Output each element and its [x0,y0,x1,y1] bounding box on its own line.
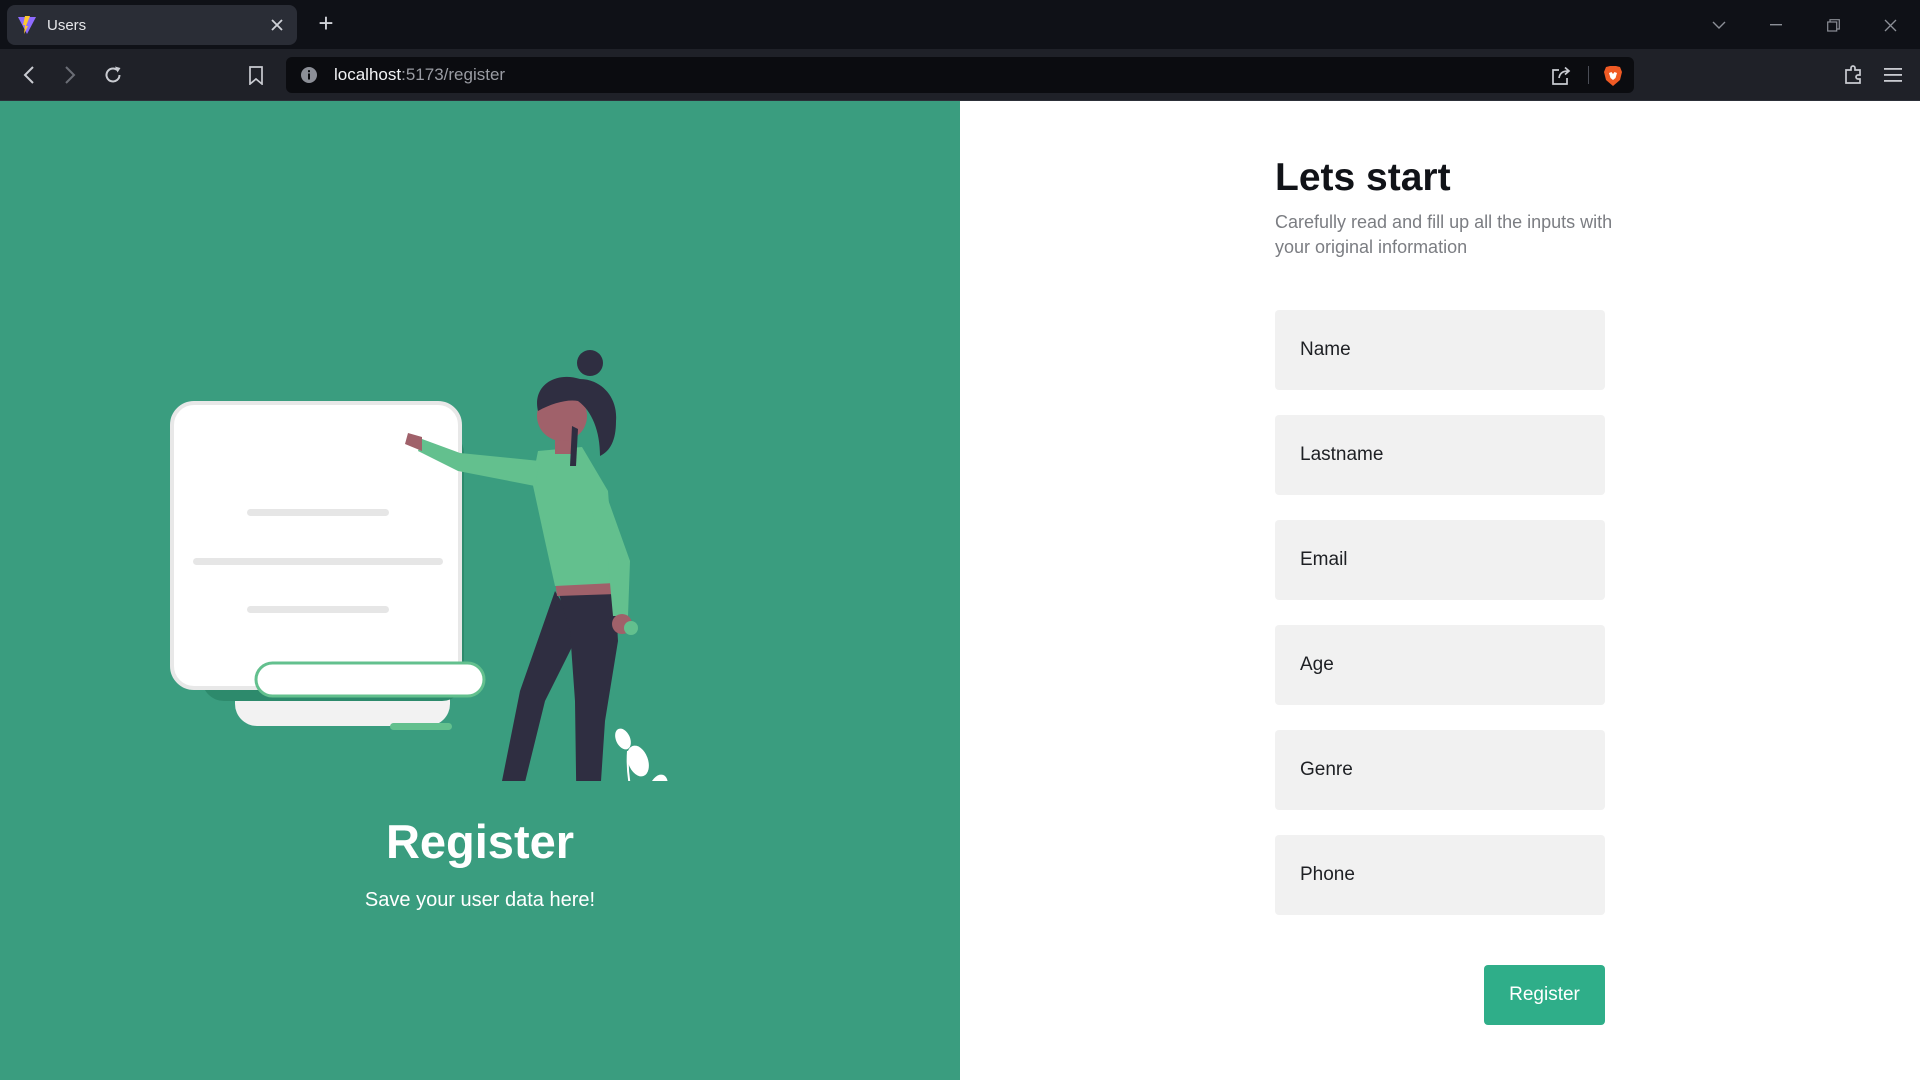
browser-toolbar: localhost:5173/register [0,49,1920,101]
url-path: :5173/register [401,65,506,84]
browser-tab-bar: Users + [0,0,1920,49]
new-tab-button[interactable]: + [313,10,339,37]
minimize-icon[interactable] [1763,12,1789,38]
email-input[interactable] [1275,520,1605,600]
form-panel: Lets start Carefully read and fill up al… [960,101,1920,1080]
phone-input[interactable] [1275,835,1605,915]
address-bar[interactable]: localhost:5173/register [286,57,1634,93]
age-input[interactable] [1275,625,1605,705]
brave-shields-icon[interactable] [1599,62,1627,90]
reload-icon[interactable] [98,61,128,89]
back-icon[interactable] [14,61,44,89]
tab-search-chevron-icon[interactable] [1706,12,1732,38]
form-subtitle: Carefully read and fill up all the input… [1275,212,1613,257]
name-input[interactable] [1275,310,1605,390]
extensions-icon[interactable] [1838,61,1868,89]
vite-logo-icon [17,15,37,35]
hero-subtitle: Save your user data here! [364,889,596,911]
url-host: localhost [334,65,402,84]
genre-input[interactable] [1275,730,1605,810]
restore-icon[interactable] [1820,12,1846,38]
share-icon[interactable] [1547,62,1575,90]
window-close-icon[interactable] [1877,12,1903,38]
register-illustration [170,350,668,781]
register-button[interactable]: Register [1484,965,1605,1025]
url-text: localhost:5173/register [334,65,505,85]
hero-panel: Register Save your user data here! [0,101,960,1080]
form-title: Lets start [1275,156,1451,199]
omnibox-divider [1588,66,1589,84]
close-icon[interactable] [267,15,287,35]
tab-title: Users [47,16,87,34]
menu-icon[interactable] [1878,61,1908,89]
browser-tab[interactable]: Users [7,5,297,45]
site-info-icon[interactable] [300,66,318,84]
hero-title: Register [385,815,575,868]
bookmark-icon[interactable] [241,61,271,89]
lastname-input[interactable] [1275,415,1605,495]
forward-icon[interactable] [55,61,85,89]
page-content: Register Save your user data here! Lets … [0,101,1920,1080]
